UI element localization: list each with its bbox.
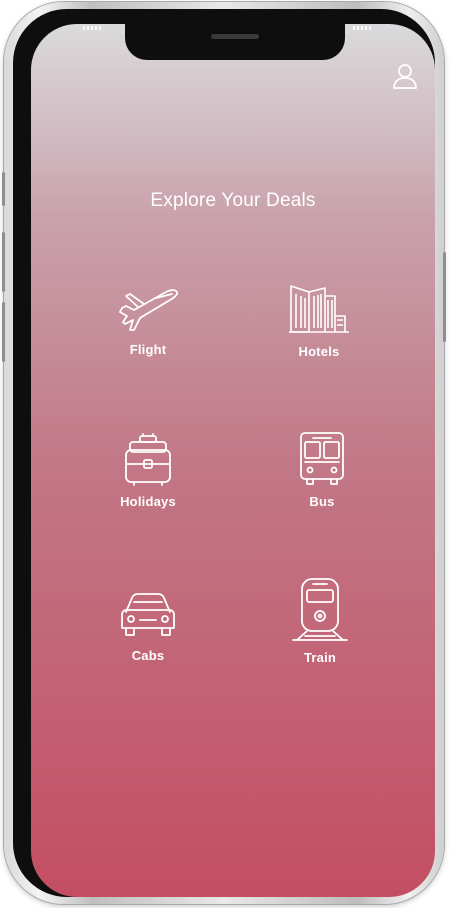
user-icon	[393, 64, 417, 89]
category-flight[interactable]: Flight	[88, 282, 208, 382]
category-label: Holidays	[120, 494, 176, 509]
car-icon	[121, 593, 175, 636]
category-label: Cabs	[131, 648, 165, 663]
volume-up-button	[2, 232, 5, 292]
app-screen: Explore Your Deals Flight Hotels Holiday…	[31, 24, 435, 897]
suitcase-icon	[125, 433, 171, 486]
status-battery-icon	[353, 26, 373, 30]
category-label: Flight	[129, 342, 167, 357]
category-label: Train	[303, 650, 337, 665]
phone-bezel: Explore Your Deals Flight Hotels Holiday…	[13, 9, 435, 897]
bus-icon	[300, 432, 344, 485]
category-cabs[interactable]: Cabs	[88, 590, 208, 690]
train-icon	[292, 578, 348, 641]
phone-frame: Explore Your Deals Flight Hotels Holiday…	[2, 2, 446, 904]
category-label: Hotels	[298, 344, 340, 359]
status-signal-icon	[83, 26, 103, 30]
speaker-grille	[211, 34, 259, 39]
category-holidays[interactable]: Holidays	[88, 432, 208, 532]
airplane-icon	[119, 289, 179, 331]
page-title: Explore Your Deals	[150, 190, 316, 211]
camera-notch	[125, 24, 345, 60]
profile-button[interactable]	[390, 61, 420, 91]
category-label: Bus	[309, 494, 335, 509]
hotel-icon	[289, 285, 349, 333]
category-train[interactable]: Train	[260, 576, 380, 676]
power-button	[443, 252, 446, 342]
volume-down-button	[2, 302, 5, 362]
category-bus[interactable]: Bus	[262, 430, 382, 530]
mute-switch	[2, 172, 5, 206]
category-hotels[interactable]: Hotels	[259, 282, 379, 382]
